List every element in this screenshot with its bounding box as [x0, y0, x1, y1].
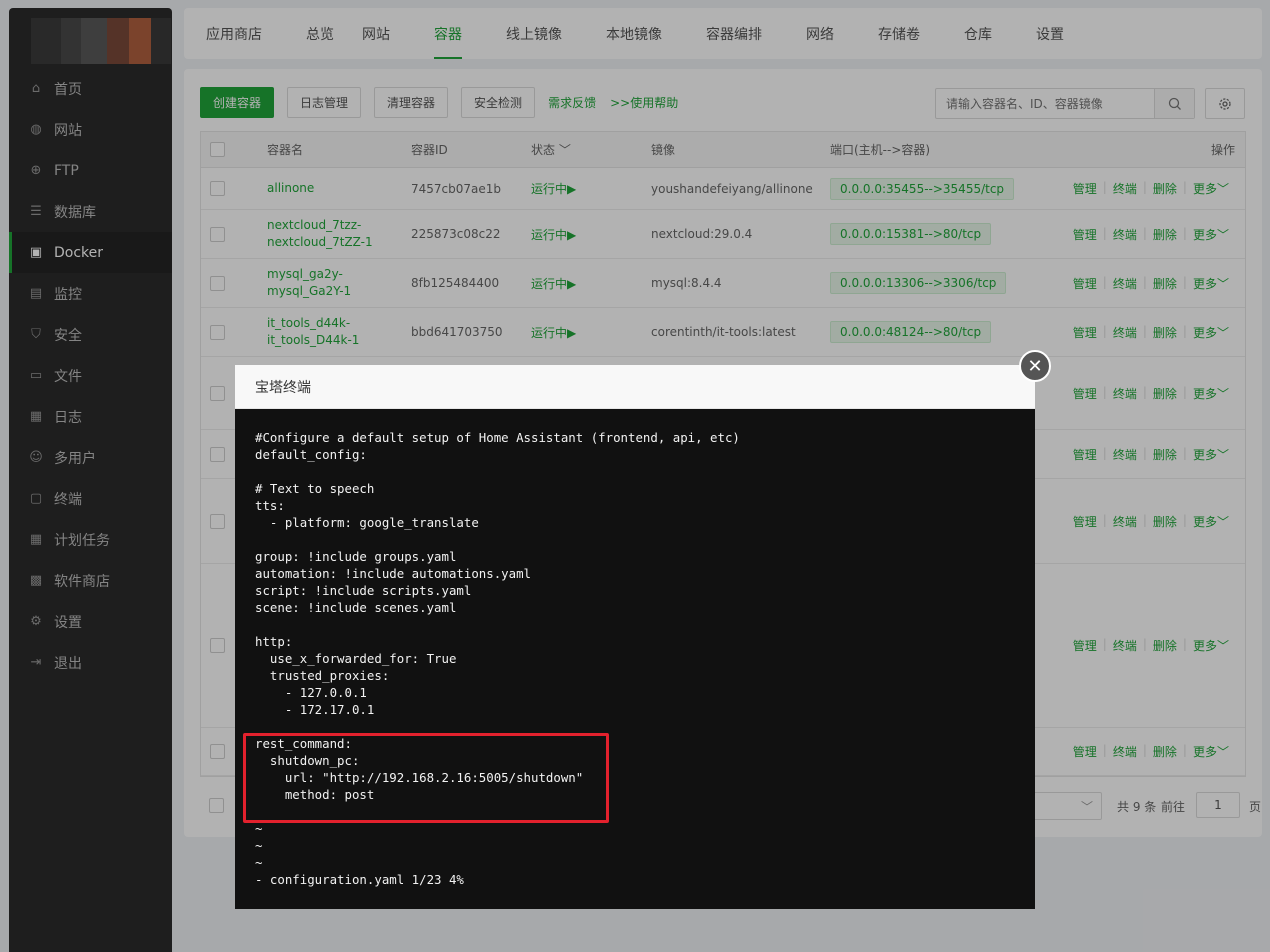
terminal-line: - configuration.yaml 1/23 4% — [255, 872, 464, 887]
terminal-line: default_config: — [255, 447, 367, 462]
close-icon: ✕ — [1027, 355, 1043, 377]
close-modal-button[interactable]: ✕ — [1019, 350, 1051, 382]
terminal-line: - platform: google_translate — [255, 515, 479, 530]
terminal-line: ~ — [255, 855, 263, 870]
terminal-modal: 宝塔终端 #Configure a default setup of Home … — [235, 365, 1035, 909]
terminal-line: automation: !include automations.yaml — [255, 566, 532, 581]
modal-title: 宝塔终端 — [235, 365, 1035, 409]
terminal-output[interactable]: #Configure a default setup of Home Assis… — [235, 409, 1035, 909]
terminal-line: http: — [255, 634, 293, 649]
terminal-line: - 127.0.0.1 — [255, 685, 367, 700]
terminal-line: script: !include scripts.yaml — [255, 583, 472, 598]
terminal-line: #Configure a default setup of Home Assis… — [255, 430, 740, 445]
annotation-highlight-box — [243, 733, 609, 823]
terminal-line: - 172.17.0.1 — [255, 702, 375, 717]
terminal-line: use_x_forwarded_for: True — [255, 651, 457, 666]
terminal-line: tts: — [255, 498, 285, 513]
terminal-line: scene: !include scenes.yaml — [255, 600, 457, 615]
terminal-line: # Text to speech — [255, 481, 375, 496]
terminal-line: trusted_proxies: — [255, 668, 390, 683]
terminal-line: group: !include groups.yaml — [255, 549, 457, 564]
terminal-line: ~ — [255, 838, 263, 853]
